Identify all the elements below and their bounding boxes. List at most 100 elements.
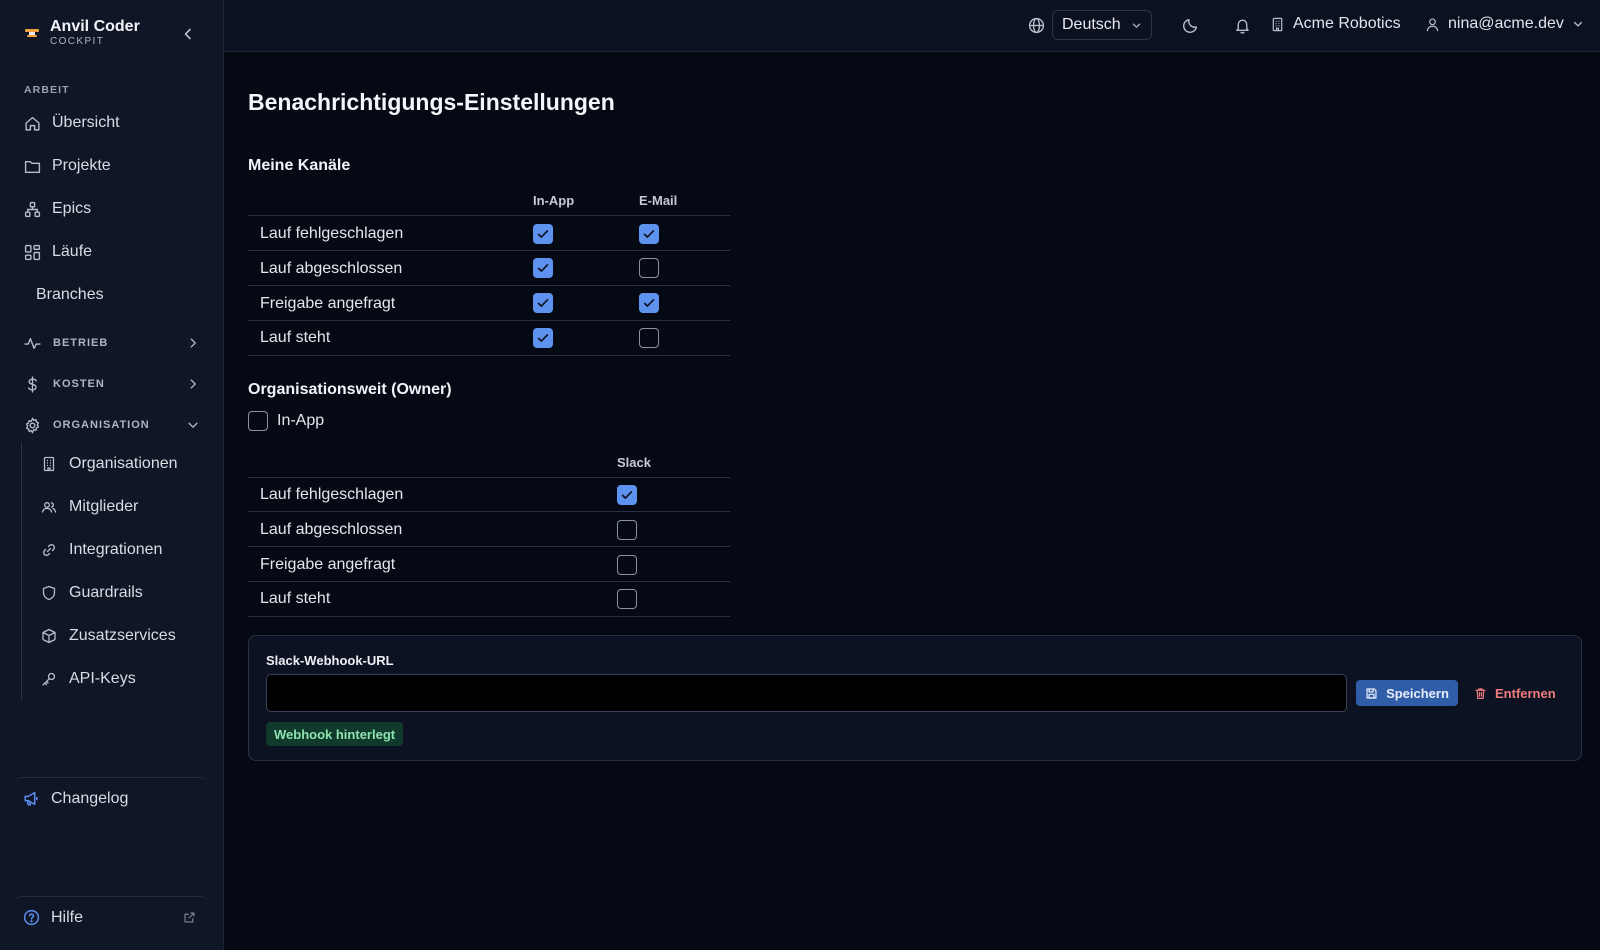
row-label: Lauf fehlgeschlagen <box>260 225 404 242</box>
brand-subtitle: COCKPIT <box>50 36 105 47</box>
sidebar-item-guardrails[interactable]: Guardrails <box>41 581 143 605</box>
remove-label: Entfernen <box>1495 685 1556 701</box>
table-divider <box>248 546 730 547</box>
row-label: Lauf steht <box>260 329 331 346</box>
dollar-icon <box>28 375 37 393</box>
checkbox-email[interactable] <box>639 293 659 313</box>
slack-webhook-card: Slack-Webhook-URL Speichern Entfernen We… <box>248 635 1582 761</box>
sidebar-item-label: Guardrails <box>69 584 143 601</box>
sidebar-item-epics[interactable]: Epics <box>24 197 91 221</box>
home-icon <box>25 116 40 131</box>
table-divider <box>248 355 730 356</box>
sidebar-item-label: Integrationen <box>69 541 163 558</box>
sidebar-item-label: Läufe <box>52 243 93 260</box>
org-inapp-label: In-App <box>277 412 325 429</box>
row-label: Lauf abgeschlossen <box>260 521 403 538</box>
sidebar-item-runs[interactable]: Läufe <box>24 240 92 264</box>
sidebar-item-label: Epics <box>52 200 92 217</box>
sidebar-group-operations[interactable]: BETRIEB <box>24 331 200 355</box>
key-icon <box>42 672 56 686</box>
sidebar-group-label: KOSTEN <box>53 378 105 390</box>
sidebar-group-organisation[interactable]: ORGANISATION <box>24 413 200 437</box>
sidebar-group-costs[interactable]: KOSTEN <box>24 372 200 396</box>
org-name: Acme Robotics <box>1293 15 1401 32</box>
changelog-link[interactable]: Changelog <box>14 777 208 819</box>
table-divider <box>248 616 730 617</box>
checkbox-inapp[interactable] <box>533 293 553 313</box>
package-icon <box>42 628 56 644</box>
building-icon <box>1272 17 1283 31</box>
sidebar-item-label: Branches <box>36 286 104 303</box>
submenu-guide-line <box>21 442 22 700</box>
bell-icon[interactable] <box>1234 17 1251 34</box>
checkbox-slack[interactable] <box>617 485 637 505</box>
check-icon <box>643 229 654 238</box>
page-title: Benachrichtigungs-Einstellungen <box>248 89 615 115</box>
check-icon <box>643 298 654 307</box>
checkbox-slack[interactable] <box>617 555 637 575</box>
check-icon <box>537 229 548 238</box>
webhook-url-input[interactable] <box>266 674 1347 712</box>
help-label: Hilfe <box>51 908 84 926</box>
shield-icon <box>42 585 56 601</box>
sidebar-item-projects[interactable]: Projekte <box>24 154 111 178</box>
help-link[interactable]: Hilfe <box>14 896 208 938</box>
anvil-logo-icon <box>25 29 39 37</box>
sidebar-item-api-keys[interactable]: API-Keys <box>41 667 136 691</box>
my-channels-heading: Meine Kanäle <box>248 157 351 174</box>
sidebar-group-label: ORGANISATION <box>53 419 150 431</box>
hierarchy-icon <box>24 201 41 217</box>
folder-icon <box>24 160 41 173</box>
row-label: Lauf abgeschlossen <box>260 260 403 277</box>
checkbox-org-inapp[interactable] <box>248 411 268 431</box>
checkbox-slack[interactable] <box>617 520 637 540</box>
checkbox-email[interactable] <box>639 328 659 348</box>
language-select[interactable]: Deutsch <box>1052 10 1152 40</box>
user-menu[interactable]: nina@acme.dev <box>1425 15 1584 33</box>
sidebar-item-label: API-Keys <box>69 670 136 687</box>
checkbox-inapp[interactable] <box>533 224 553 244</box>
sidebar-group-label: BETRIEB <box>53 337 109 349</box>
checkbox-email[interactable] <box>639 258 659 278</box>
checkbox-slack[interactable] <box>617 589 637 609</box>
sidebar-item-integrations[interactable]: Integrationen <box>41 538 162 562</box>
check-icon <box>621 490 632 499</box>
sidebar-item-label: Zusatzservices <box>69 627 176 644</box>
row-label: Freigabe angefragt <box>260 295 396 312</box>
checkbox-email[interactable] <box>639 224 659 244</box>
check-icon <box>537 298 548 307</box>
remove-button[interactable]: Entfernen <box>1474 680 1556 706</box>
activity-icon <box>24 337 41 349</box>
row-label: Freigabe angefragt <box>260 556 396 573</box>
table-divider <box>248 511 730 512</box>
chevron-right-icon <box>190 338 196 348</box>
checkbox-inapp[interactable] <box>533 328 553 348</box>
table-divider <box>248 285 730 286</box>
check-icon <box>537 263 548 272</box>
table-divider <box>248 320 730 321</box>
section-label-work: ARBEIT <box>24 84 70 96</box>
sidebar-item-members[interactable]: Mitglieder <box>41 495 138 519</box>
col-header-email: E-Mail <box>639 193 678 208</box>
help-circle-icon <box>23 909 40 926</box>
sidebar-item-addons[interactable]: Zusatzservices <box>41 624 176 648</box>
chevron-down-icon <box>1132 23 1141 28</box>
language-value: Deutsch <box>1062 16 1121 33</box>
sidebar-item-branches[interactable]: Branches <box>36 283 104 307</box>
sidebar-item-organisations[interactable]: Organisationen <box>41 452 178 476</box>
user-icon <box>1426 17 1439 31</box>
sidebar-item-overview[interactable]: Übersicht <box>24 111 120 135</box>
brand[interactable]: Anvil Coder COCKPIT <box>24 18 140 48</box>
chevron-down-icon <box>188 422 198 428</box>
col-header-slack: Slack <box>617 455 651 470</box>
checkbox-inapp[interactable] <box>533 258 553 278</box>
check-icon <box>537 333 548 342</box>
sidebar-item-label: Projekte <box>52 157 111 174</box>
org-switcher[interactable]: Acme Robotics <box>1270 15 1401 33</box>
grid-icon <box>24 244 41 260</box>
moon-icon[interactable] <box>1182 17 1199 34</box>
save-button[interactable]: Speichern <box>1356 680 1458 706</box>
chevron-left-icon[interactable] <box>180 26 196 42</box>
table-divider <box>248 215 730 216</box>
sidebar-item-label: Organisationen <box>69 455 178 472</box>
